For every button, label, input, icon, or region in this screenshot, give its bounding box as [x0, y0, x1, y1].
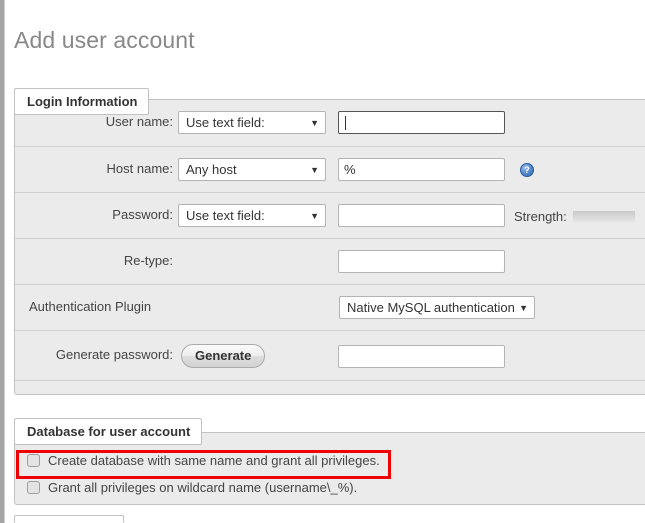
text-cursor — [345, 116, 346, 130]
user-name-label: User name: — [15, 114, 173, 129]
checkbox-row-create-database[interactable]: Create database with same name and grant… — [15, 449, 645, 475]
create-database-checkbox[interactable] — [27, 454, 40, 467]
password-strength-meter — [573, 211, 635, 222]
checkbox-row-wildcard-privileges[interactable]: Grant all privileges on wildcard name (u… — [15, 476, 645, 502]
fieldset-bottom-separator — [15, 380, 645, 396]
auth-plugin-select-value: Native MySQL authentication — [347, 300, 515, 315]
user-name-select[interactable]: Use text field: ▼ — [178, 111, 326, 134]
auth-plugin-select[interactable]: Native MySQL authentication ▼ — [339, 296, 535, 319]
chevron-down-icon: ▼ — [310, 112, 319, 134]
host-name-select[interactable]: Any host ▼ — [178, 158, 326, 181]
chevron-down-icon: ▼ — [519, 297, 528, 319]
password-strength-label: Strength: — [514, 209, 567, 224]
retype-input[interactable] — [338, 250, 505, 273]
create-database-label: Create database with same name and grant… — [48, 453, 380, 468]
generate-button[interactable]: Generate — [181, 344, 265, 368]
form-row-password: Password: Use text field: ▼ Strength: — [15, 192, 645, 238]
user-name-input[interactable] — [338, 111, 505, 134]
password-label: Password: — [15, 207, 173, 222]
help-icon[interactable]: ? — [520, 163, 534, 177]
next-section-legend-partial — [14, 515, 124, 523]
database-for-user-account-legend: Database for user account — [14, 418, 202, 445]
host-name-label: Host name: — [15, 161, 173, 176]
wildcard-privileges-checkbox[interactable] — [27, 481, 40, 494]
wildcard-privileges-label: Grant all privileges on wildcard name (u… — [48, 480, 357, 495]
host-name-input-value: % — [344, 162, 356, 177]
main-content-panel: Add user account User name: Use text fie… — [5, 0, 645, 523]
form-row-auth-plugin: Authentication Plugin Native MySQL authe… — [15, 284, 645, 330]
chevron-down-icon: ▼ — [310, 205, 319, 227]
login-information-legend: Login Information — [14, 88, 149, 115]
form-row-retype: Re-type: — [15, 238, 645, 284]
login-information-fieldset: User name: Use text field: ▼ Host name: … — [14, 99, 645, 395]
chevron-down-icon: ▼ — [310, 159, 319, 181]
host-name-input[interactable]: % — [338, 158, 505, 181]
password-select[interactable]: Use text field: ▼ — [178, 204, 326, 227]
user-name-select-value: Use text field: — [186, 115, 265, 130]
form-row-generate-password: Generate password: Generate — [15, 330, 645, 380]
password-select-value: Use text field: — [186, 208, 265, 223]
auth-plugin-label: Authentication Plugin — [29, 299, 329, 314]
host-name-select-value: Any host — [186, 162, 237, 177]
form-row-host-name: Host name: Any host ▼ % ? — [15, 146, 645, 192]
password-input[interactable] — [338, 204, 505, 227]
generate-password-input[interactable] — [338, 345, 505, 368]
retype-label: Re-type: — [15, 253, 173, 268]
generate-password-label: Generate password: — [15, 347, 173, 362]
page-title: Add user account — [5, 0, 645, 54]
